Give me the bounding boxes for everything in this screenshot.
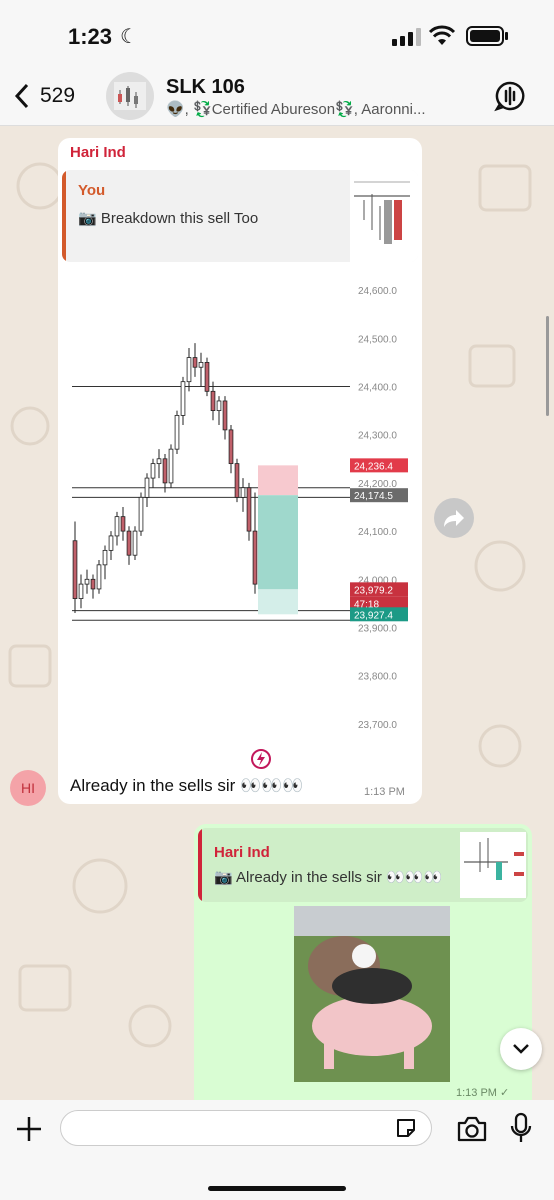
- camera-icon: 📷: [214, 869, 233, 886]
- quoted-message[interactable]: You 📷 Breakdown this sell Too: [62, 170, 418, 262]
- price-axis-label: 24,300.0: [358, 431, 397, 442]
- candle-body: [138, 496, 144, 532]
- quote-accent-bar: [198, 828, 202, 902]
- lightning-badge-icon: [251, 749, 271, 769]
- outgoing-message-bubble[interactable]: Hari Ind 📷 Already in the sells sir 👀👀👀 …: [194, 824, 532, 1100]
- candle-body: [150, 463, 156, 479]
- scrollbar[interactable]: [546, 316, 549, 416]
- message-input-bar: [0, 1100, 554, 1200]
- group-members[interactable]: 👽, 💱Certified Abureson💱, Aaronni...: [166, 100, 456, 118]
- scroll-to-bottom-button[interactable]: [500, 1028, 542, 1070]
- candle-body: [186, 357, 192, 383]
- price-axis-label: 23,700.0: [358, 720, 397, 731]
- pig-sticker-image[interactable]: [294, 906, 450, 1082]
- battery-icon: [466, 26, 504, 46]
- quote-text: 📷 Already in the sells sir 👀👀👀: [214, 868, 442, 886]
- camera-icon: 📷: [78, 210, 97, 227]
- candle-body: [102, 549, 108, 566]
- candle-body: [198, 362, 204, 368]
- price-axis-label: 24,500.0: [358, 334, 397, 345]
- candle-body: [210, 390, 216, 412]
- candle-body: [168, 448, 174, 484]
- wifi-icon: [428, 25, 456, 45]
- sender-name[interactable]: Hari Ind: [70, 144, 126, 161]
- group-avatar[interactable]: [106, 72, 154, 120]
- price-axis-label: 24,600.0: [358, 286, 397, 297]
- candle-body: [246, 487, 252, 532]
- candle-body: [240, 487, 246, 498]
- crescent-moon-icon: ☾: [120, 26, 138, 48]
- chevron-left-icon: [14, 83, 29, 109]
- quote-text: 📷 Breakdown this sell Too: [78, 208, 328, 229]
- battery-tip: [505, 32, 508, 40]
- price-axis-label: 24,400.0: [358, 383, 397, 394]
- candle-body: [192, 357, 198, 368]
- candle-body: [252, 530, 258, 585]
- message-time: 1:13 PM: [364, 786, 405, 798]
- candle-body: [222, 400, 228, 431]
- group-title[interactable]: SLK 106: [166, 76, 245, 99]
- price-marker-label: 24,174.5: [354, 491, 393, 502]
- candle-body: [90, 578, 96, 590]
- price-marker-label: 24,236.4: [354, 461, 393, 472]
- price-axis-label: 23,900.0: [358, 624, 397, 635]
- candle-body: [126, 530, 132, 556]
- profit-zone-extended: [258, 589, 298, 615]
- candle-body: [228, 429, 234, 465]
- candle-body: [144, 477, 150, 498]
- chat-header: 529 SLK 106 👽, 💱Certified Abureson💱, Aar…: [0, 70, 554, 126]
- candle-body: [162, 458, 168, 484]
- camera-icon[interactable]: [456, 1114, 488, 1144]
- chevron-down-icon: [513, 1044, 529, 1054]
- chart-image[interactable]: 24,600.024,500.024,400.024,300.024,200.0…: [62, 262, 418, 752]
- quote-thumbnail: [460, 832, 526, 898]
- quote-author: You: [78, 182, 106, 199]
- microphone-icon[interactable]: [510, 1112, 532, 1144]
- price-marker-label: 23,979.2: [354, 585, 393, 596]
- stop-loss-zone: [258, 465, 298, 496]
- voice-chat-icon[interactable]: [494, 80, 526, 112]
- unread-count: 529: [40, 84, 76, 107]
- candle-body: [108, 535, 114, 551]
- forward-button[interactable]: [434, 498, 474, 538]
- back-button[interactable]: 529: [12, 82, 75, 110]
- candle-body: [174, 415, 180, 450]
- quoted-message[interactable]: Hari Ind 📷 Already in the sells sir 👀👀👀: [198, 828, 528, 902]
- status-bar: 1:23 ☾: [0, 0, 554, 70]
- sender-avatar[interactable]: HI: [10, 770, 46, 806]
- quote-author: Hari Ind: [214, 844, 270, 861]
- price-marker-label: 23,927.4: [354, 610, 393, 621]
- price-axis-label: 24,100.0: [358, 527, 397, 538]
- message-text: Already in the sells sir 👀👀👀: [70, 776, 304, 795]
- candle-body: [204, 362, 210, 392]
- profit-zone: [258, 495, 298, 590]
- candle-body: [132, 530, 138, 556]
- message-input[interactable]: [60, 1110, 432, 1146]
- cellular-signal-icon: [392, 28, 421, 46]
- candle-body: [234, 463, 240, 498]
- quote-caption: Already in the sells sir 👀👀👀: [236, 869, 443, 886]
- plus-icon[interactable]: [14, 1114, 44, 1144]
- candle-body: [78, 583, 84, 599]
- candle-body: [156, 458, 162, 465]
- candle-body: [72, 540, 78, 599]
- quote-accent-bar: [62, 170, 66, 262]
- candle-body: [84, 578, 90, 585]
- quote-caption: Breakdown this sell Too: [100, 210, 259, 227]
- candle-body: [180, 381, 186, 416]
- status-time: 1:23: [68, 24, 113, 49]
- message-time: 1:13 PM ✓: [456, 1087, 510, 1099]
- home-indicator: [208, 1186, 346, 1191]
- price-axis-label: 23,800.0: [358, 672, 397, 683]
- sticker-icon[interactable]: [394, 1116, 418, 1140]
- forward-icon: [444, 510, 464, 527]
- candle-body: [120, 516, 126, 532]
- candle-body: [96, 564, 102, 590]
- incoming-message-bubble[interactable]: Hari Ind You 📷 Breakdown this sell Too 2…: [58, 138, 422, 804]
- candle-body: [216, 400, 222, 412]
- quote-thumbnail: [350, 170, 418, 262]
- candle-body: [114, 516, 120, 537]
